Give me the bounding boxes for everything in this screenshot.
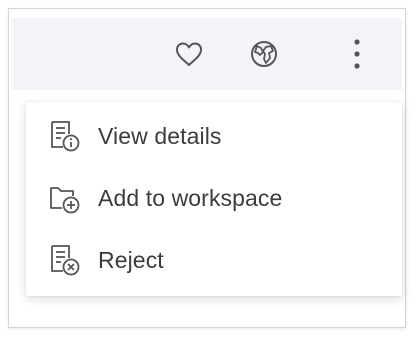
- document-reject-icon: [48, 243, 82, 277]
- menu-item-label: View details: [98, 122, 222, 149]
- more-vertical-icon[interactable]: [337, 34, 377, 74]
- menu-item-view-details[interactable]: View details: [26, 108, 402, 164]
- folder-add-icon: [48, 181, 82, 215]
- menu-item-label: Reject: [98, 246, 164, 273]
- heart-icon[interactable]: [169, 34, 209, 74]
- menu-item-add-to-workspace[interactable]: Add to workspace: [26, 170, 402, 226]
- context-menu: View details Add to workspace Reject: [26, 102, 402, 296]
- toolbar: [12, 18, 402, 90]
- menu-item-label: Add to workspace: [98, 184, 283, 211]
- menu-item-reject[interactable]: Reject: [26, 232, 402, 288]
- globe-icon[interactable]: [244, 34, 284, 74]
- document-info-icon: [48, 119, 82, 153]
